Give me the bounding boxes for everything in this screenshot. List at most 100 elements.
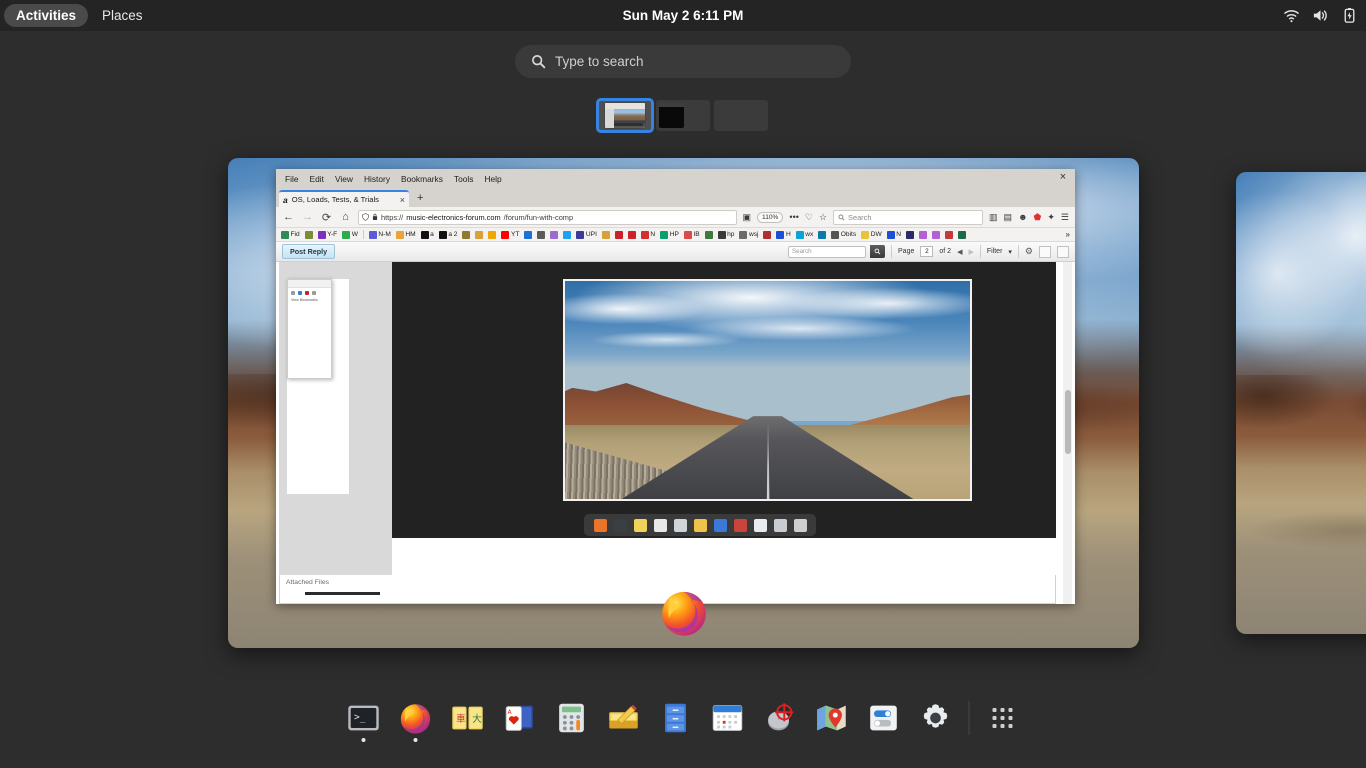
dock-item-solitaire[interactable]: A (497, 693, 543, 743)
inline-popup-dialog[interactable]: View Bookmarks (287, 279, 332, 379)
window-thumbnail-firefox[interactable]: File Edit View History Bookmarks Tools H… (228, 158, 1139, 648)
bookmark-item[interactable] (563, 230, 572, 239)
firefox-window-frame[interactable]: File Edit View History Bookmarks Tools H… (276, 169, 1075, 604)
bookmark-item[interactable]: wx (795, 230, 813, 239)
reader-mode-icon[interactable]: ▣ (743, 212, 752, 223)
bookmark-item[interactable]: Obits (831, 230, 856, 239)
extension-icon[interactable]: ✦ (1047, 212, 1055, 223)
new-tab-button[interactable]: + (409, 190, 431, 207)
dock-item-calendar[interactable] (705, 693, 751, 743)
bookmark-item[interactable]: W (342, 230, 358, 239)
dock-item-maps[interactable] (809, 693, 855, 743)
forum-attached-photo[interactable] (563, 279, 972, 501)
star-icon[interactable]: ☆ (819, 212, 827, 223)
page-actions-icon[interactable]: ••• (789, 212, 798, 222)
browser-search-box[interactable]: Search (833, 209, 984, 225)
tab-close-icon[interactable]: × (400, 195, 405, 205)
bookmark-item[interactable] (537, 230, 546, 239)
bookmark-item[interactable] (488, 230, 497, 239)
menu-help[interactable]: Help (484, 174, 501, 184)
topbar-status-area[interactable] (1283, 0, 1358, 31)
workspace-thumbnail-1[interactable] (596, 98, 654, 133)
bookmark-item[interactable] (931, 230, 940, 239)
menu-tools[interactable]: Tools (454, 174, 474, 184)
page-scrollbar[interactable] (1063, 262, 1072, 604)
sidebar-icon[interactable]: ▤ (1004, 212, 1013, 223)
bookmark-item[interactable]: IB (683, 230, 700, 239)
menu-edit[interactable]: Edit (310, 174, 324, 184)
dock-item-tweaks[interactable] (861, 693, 907, 743)
account-icon[interactable]: ☻ (1018, 212, 1027, 222)
bookmark-item[interactable] (524, 230, 533, 239)
workspace-switcher[interactable] (596, 98, 768, 133)
bookmark-item[interactable] (905, 230, 914, 239)
show-applications-button[interactable] (980, 693, 1026, 743)
bookmark-item[interactable] (614, 230, 623, 239)
post-reply-button[interactable]: Post Reply (282, 244, 336, 259)
dock-item-terminal[interactable]: >_ (341, 693, 387, 743)
bookmark-item[interactable] (475, 230, 484, 239)
bookmark-item[interactable]: hp (717, 230, 734, 239)
back-icon[interactable]: ← (282, 211, 295, 223)
dock-item-settings[interactable] (913, 693, 959, 743)
bookmark-item[interactable] (763, 230, 772, 239)
bookmark-item[interactable]: N (886, 230, 901, 239)
forum-search-button[interactable] (870, 245, 886, 258)
prev-page-button[interactable]: ◀ (957, 248, 962, 256)
dock-item-mahjongg[interactable]: 車 大 (445, 693, 491, 743)
bookmark-item[interactable]: a (420, 230, 434, 239)
bookmark-item[interactable]: wsj (739, 230, 758, 239)
dock-item-archive[interactable] (653, 693, 699, 743)
filter-dropdown-label[interactable]: Filter (987, 248, 1003, 255)
bookmark-item[interactable]: N (640, 230, 655, 239)
bookmark-item[interactable] (550, 230, 559, 239)
menu-view[interactable]: View (335, 174, 353, 184)
bookmark-item[interactable]: N-M (368, 230, 391, 239)
menu-bookmarks[interactable]: Bookmarks (401, 174, 443, 184)
bookmarks-overflow-icon[interactable]: » (1066, 230, 1070, 239)
workspace-thumbnail-3[interactable] (714, 100, 768, 131)
bookmark-item[interactable] (462, 230, 471, 239)
empty-checkbox-icon[interactable] (1057, 245, 1069, 258)
bookmark-item[interactable]: DW (861, 230, 882, 239)
bookmark-item[interactable] (918, 230, 927, 239)
attached-file-entry[interactable] (305, 592, 380, 595)
bookmark-item[interactable]: HP (660, 230, 679, 239)
pocket-icon[interactable]: ♡ (805, 212, 813, 223)
bookmark-item[interactable] (627, 230, 636, 239)
scrollbar-thumb[interactable] (1065, 390, 1071, 454)
library-icon[interactable]: ▥ (989, 212, 998, 223)
reload-icon[interactable]: ⟳ (320, 211, 333, 224)
bookmark-item[interactable]: Fid (281, 230, 300, 239)
browser-menubar[interactable]: File Edit View History Bookmarks Tools H… (282, 174, 502, 184)
forum-search-input[interactable]: Search (788, 245, 867, 258)
bookmark-item[interactable] (304, 230, 313, 239)
bookmark-item[interactable]: UPI (576, 230, 597, 239)
menu-file[interactable]: File (285, 174, 299, 184)
bookmark-item[interactable] (957, 230, 966, 239)
menu-icon[interactable]: ☰ (1061, 212, 1069, 223)
activities-button[interactable]: Activities (4, 4, 89, 27)
workspace-thumbnail-2[interactable] (656, 100, 710, 131)
home-icon[interactable]: ⌂ (339, 211, 352, 223)
bookmark-item[interactable]: YT (501, 230, 519, 239)
dock-item-calculator[interactable] (549, 693, 595, 743)
shield-icon[interactable]: ⬟ (1034, 212, 1042, 223)
bookmark-item[interactable] (944, 230, 953, 239)
search-entry[interactable]: Type to search (515, 45, 851, 78)
dock-item-mouse-settings[interactable] (757, 693, 803, 743)
page-number-input[interactable]: 2 (920, 246, 934, 257)
image-tool-icon[interactable] (1039, 245, 1051, 258)
window-close-button[interactable]: × (1058, 172, 1068, 183)
bookmark-item[interactable] (704, 230, 713, 239)
places-button[interactable]: Places (90, 4, 155, 27)
bookmark-item[interactable]: H (776, 230, 791, 239)
dock-item-text-editor[interactable] (601, 693, 647, 743)
dock-item-firefox[interactable] (393, 693, 439, 743)
bookmark-item[interactable]: a 2 (438, 230, 457, 239)
chevron-down-icon[interactable]: ▾ (1008, 248, 1012, 256)
next-page-button[interactable]: ▶ (968, 248, 973, 256)
bookmark-item[interactable] (601, 230, 610, 239)
bookmark-item[interactable] (818, 230, 827, 239)
zoom-level-chip[interactable]: 110% (757, 211, 784, 223)
